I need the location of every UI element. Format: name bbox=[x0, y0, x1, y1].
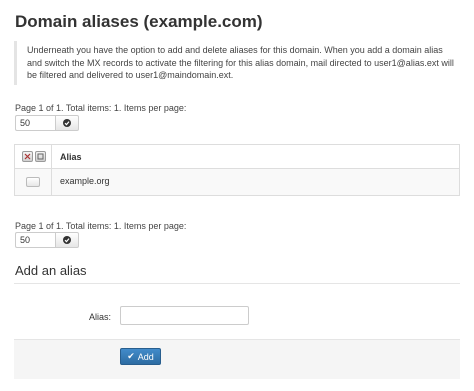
page-title: Domain aliases (example.com) bbox=[15, 12, 263, 31]
pager-bottom-text: Page 1 of 1. Total items: 1. Items per p… bbox=[15, 221, 187, 231]
pager-top-controls bbox=[15, 115, 79, 131]
table-row: example.org bbox=[15, 169, 459, 195]
aliases-table: Alias example.org bbox=[14, 144, 460, 196]
pager-top-text: Page 1 of 1. Total items: 1. Items per p… bbox=[15, 103, 187, 113]
column-divider bbox=[51, 145, 52, 168]
items-per-page-input-bottom[interactable] bbox=[15, 232, 55, 248]
apply-per-page-button-top[interactable] bbox=[55, 115, 79, 131]
table-header: Alias bbox=[15, 145, 459, 169]
alias-cell: example.org bbox=[60, 176, 110, 186]
section-divider bbox=[14, 283, 460, 284]
info-text: Underneath you have the option to add an… bbox=[14, 41, 460, 85]
alias-field-label: Alias: bbox=[89, 312, 112, 322]
alias-input[interactable] bbox=[120, 306, 249, 325]
pager-bottom-controls bbox=[15, 232, 79, 248]
check-circle-icon bbox=[63, 236, 71, 244]
check-circle-icon bbox=[63, 119, 71, 127]
deselect-all-icon[interactable] bbox=[35, 151, 46, 162]
add-button-label: Add bbox=[137, 351, 154, 362]
apply-per-page-button-bottom[interactable] bbox=[55, 232, 79, 248]
add-alias-heading: Add an alias bbox=[15, 263, 87, 278]
items-per-page-input-top[interactable] bbox=[15, 115, 55, 131]
select-all-icon[interactable] bbox=[22, 151, 33, 162]
column-header-alias: Alias bbox=[60, 152, 82, 162]
column-divider bbox=[51, 169, 52, 195]
check-icon: ✔ bbox=[127, 351, 135, 361]
form-actions: ✔ Add bbox=[14, 339, 460, 379]
row-select-checkbox[interactable] bbox=[26, 177, 40, 187]
add-button[interactable]: ✔ Add bbox=[120, 348, 161, 365]
